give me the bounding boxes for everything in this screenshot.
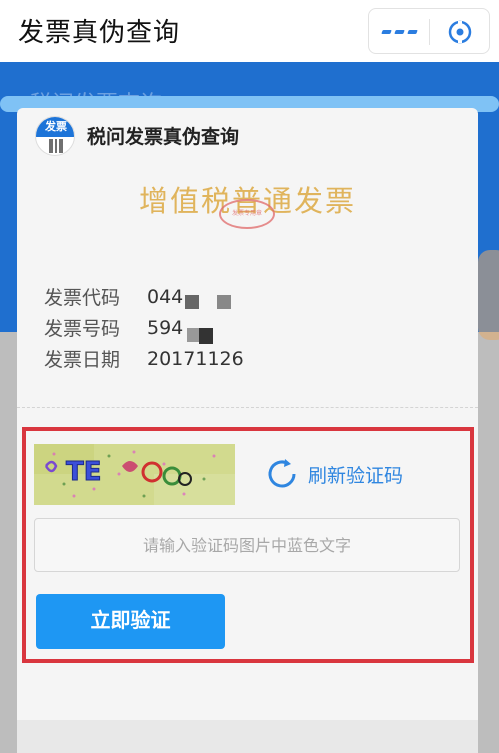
card-header: 发票 税问发票真伪查询	[17, 108, 478, 164]
invoice-date-row: 发票日期 20171126	[44, 343, 244, 374]
invoice-number-row: 发票号码 594	[44, 312, 244, 343]
captcha-image[interactable]: TE	[34, 444, 235, 505]
target-close-icon	[448, 20, 472, 44]
section-divider	[17, 407, 478, 408]
refresh-captcha-label: 刷新验证码	[308, 464, 404, 487]
card-bottom-strip	[17, 720, 478, 753]
redaction-block	[185, 295, 199, 309]
captcha-input[interactable]	[34, 518, 460, 572]
invoice-info: 发票代码 044 发票号码 594 发票日期 20171126	[44, 281, 244, 374]
top-nav-bar: 发票真伪查询	[0, 0, 499, 62]
page-title: 发票真伪查询	[18, 18, 181, 48]
redaction-block	[187, 328, 199, 342]
background-decoration	[478, 250, 499, 340]
more-dots-icon	[380, 30, 392, 34]
card-title: 税问发票真伪查询	[87, 126, 240, 148]
invoice-code-label: 发票代码	[44, 287, 121, 309]
qr-icon	[49, 139, 63, 153]
more-button[interactable]	[369, 9, 429, 55]
redaction-block	[199, 328, 213, 344]
app-logo: 发票	[35, 116, 75, 156]
verify-now-button[interactable]: 立即验证	[36, 594, 225, 649]
invoice-number-label: 发票号码	[44, 318, 121, 340]
refresh-captcha-button[interactable]: 刷新验证码	[264, 456, 403, 492]
invoice-date-value: 20171126	[147, 347, 244, 370]
logo-text: 发票	[36, 117, 74, 137]
invoice-code-row: 发票代码 044	[44, 281, 244, 312]
invoice-date-label: 发票日期	[44, 349, 121, 371]
invoice-card: 发票 税问发票真伪查询 增值税普通发票 发票专用章 发票代码 044 发票号码 …	[17, 108, 478, 753]
refresh-icon	[268, 459, 296, 488]
mini-program-capsule	[368, 8, 490, 54]
invoice-code-value: 044	[147, 285, 184, 308]
captcha-text: TE	[66, 457, 102, 487]
official-stamp: 发票专用章	[219, 199, 275, 229]
invoice-number-value: 594	[147, 316, 184, 339]
close-button[interactable]	[430, 9, 490, 55]
redaction-block	[217, 295, 231, 309]
captcha-graphic: TE	[34, 444, 235, 505]
